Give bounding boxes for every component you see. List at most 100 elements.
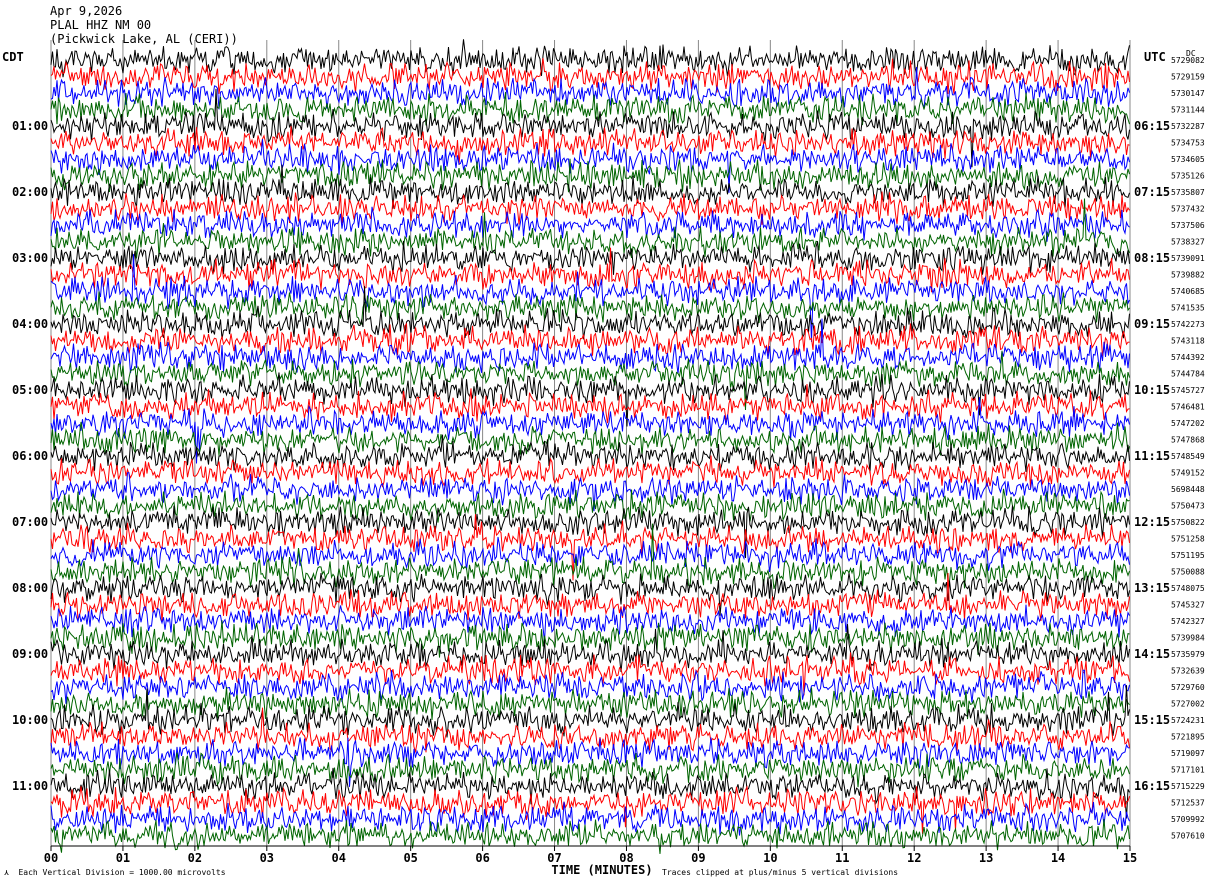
dc-offset-label: 5738327 <box>1171 238 1205 247</box>
dc-offset-label: 5740685 <box>1171 287 1205 296</box>
dc-offset-label: 5731144 <box>1171 106 1205 115</box>
trace-row <box>50 158 1130 193</box>
right-hour-label: 14:15 <box>1134 647 1170 661</box>
x-tick-label: 11 <box>835 851 849 865</box>
x-tick-label: 02 <box>188 851 202 865</box>
dc-offset-label: 5737506 <box>1171 221 1205 230</box>
trace-row <box>50 286 1130 340</box>
dc-offset-label: 5739882 <box>1171 271 1205 280</box>
trace-row <box>50 737 1130 787</box>
dc-offset-label: 5717101 <box>1171 766 1205 775</box>
dc-offset-label: 5709992 <box>1171 815 1205 824</box>
right-hour-label: 11:15 <box>1134 449 1170 463</box>
left-hour-label: 03:00 <box>12 251 48 265</box>
trace-row <box>50 455 1130 489</box>
right-hour-label: 16:15 <box>1134 779 1170 793</box>
trace-row <box>50 92 1130 126</box>
dc-offset-label: 5751258 <box>1171 535 1205 544</box>
dc-offset-label: 5727002 <box>1171 700 1205 709</box>
x-tick-label: 04 <box>332 851 346 865</box>
dc-offset-label: 5745327 <box>1171 601 1205 610</box>
helicorder-chart: 00 01 02 03 04 05 06 07 08 09 10 11 12 13 14 15TIME (MI… <box>12 39 1205 877</box>
right-hour-label: 06:15 <box>1134 119 1170 133</box>
x-tick-label: 12 <box>907 851 921 865</box>
dc-offset-label: 5739984 <box>1171 634 1205 643</box>
header-date: Apr 9,2026 <box>50 4 123 18</box>
left-hour-label: 06:00 <box>12 449 48 463</box>
dc-offset-label: 5746481 <box>1171 403 1205 412</box>
dc-offset-label: 5742327 <box>1171 617 1205 626</box>
dc-offset-label: 5712537 <box>1171 799 1205 808</box>
trace-row <box>50 652 1130 696</box>
dc-offset-label: 5707610 <box>1171 832 1205 841</box>
x-tick-label: 03 <box>260 851 274 865</box>
right-hour-label: 09:15 <box>1134 317 1170 331</box>
dc-offset-label: 5750822 <box>1171 518 1205 527</box>
dc-offset-label: 5748549 <box>1171 452 1205 461</box>
left-hour-label: 07:00 <box>12 515 48 529</box>
dc-offset-label: 5698448 <box>1171 485 1205 494</box>
trace-row <box>50 421 1130 456</box>
right-hour-label: 13:15 <box>1134 581 1170 595</box>
dc-offset-label: 5748075 <box>1171 584 1205 593</box>
dc-offset-label: 5751195 <box>1171 551 1205 560</box>
trace-row <box>50 819 1130 854</box>
left-hour-label: 05:00 <box>12 383 48 397</box>
dc-offset-label: 5747202 <box>1171 419 1205 428</box>
trace-row <box>50 523 1130 590</box>
x-tick-label: 14 <box>1051 851 1065 865</box>
trace-row <box>50 801 1130 836</box>
x-axis-title: TIME (MINUTES) <box>551 863 652 877</box>
x-tick-label: 01 <box>116 851 130 865</box>
dc-offset-label: 5745727 <box>1171 386 1205 395</box>
dc-offset-label: 5730147 <box>1171 89 1205 98</box>
left-hour-label: 09:00 <box>12 647 48 661</box>
dc-offset-label: 5715229 <box>1171 782 1205 791</box>
dc-offset-label: 5735126 <box>1171 172 1205 181</box>
left-hour-label: 04:00 <box>12 317 48 331</box>
dc-offset-label: 5732287 <box>1171 122 1205 131</box>
x-tick-label: 13 <box>979 851 993 865</box>
dc-offset-label: 5734605 <box>1171 155 1205 164</box>
x-tick-label: 10 <box>763 851 777 865</box>
dc-offset-label: 5737432 <box>1171 205 1205 214</box>
dc-unit-label: DC <box>1186 49 1196 58</box>
left-hour-label: 01:00 <box>12 119 48 133</box>
dc-offset-label: 5743118 <box>1171 337 1205 346</box>
dc-offset-label: 5732639 <box>1171 667 1205 676</box>
dc-offset-label: 5729159 <box>1171 73 1205 82</box>
dc-offset-label: 5734753 <box>1171 139 1205 148</box>
x-tick-label: 15 <box>1123 851 1137 865</box>
dc-offset-label: 5742273 <box>1171 320 1205 329</box>
dc-offset-label: 5735979 <box>1171 650 1205 659</box>
scale-note: ⋏ Each Vertical Division = 1000.00 micro… <box>4 868 226 877</box>
x-tick-label: 06 <box>475 851 489 865</box>
dc-offset-label: 5749152 <box>1171 469 1205 478</box>
left-hour-label: 02:00 <box>12 185 48 199</box>
dc-offset-label: 5747868 <box>1171 436 1205 445</box>
left-hour-label: 11:00 <box>12 779 48 793</box>
trace-row <box>50 505 1130 559</box>
dc-offset-label: 5739091 <box>1171 254 1205 263</box>
left-timezone-label: CDT <box>2 50 24 64</box>
dc-offset-label: 5744784 <box>1171 370 1205 379</box>
dc-offset-label: 5724231 <box>1171 716 1205 725</box>
x-tick-label: 09 <box>691 851 705 865</box>
trace-row <box>50 291 1130 325</box>
dc-offset-label: 5750088 <box>1171 568 1205 577</box>
scale-note-text: Each Vertical Division = 1000.00 microvo… <box>18 868 226 877</box>
dc-offset-label: 5721895 <box>1171 733 1205 742</box>
trace-row <box>50 434 1130 474</box>
dc-offset-label: 5741535 <box>1171 304 1205 313</box>
right-hour-label: 15:15 <box>1134 713 1170 727</box>
header-location: (Pickwick Lake, AL (CERI)) <box>50 32 238 46</box>
dc-offset-label: 5744392 <box>1171 353 1205 362</box>
header-station: PLAL HHZ NM 00 <box>50 18 152 32</box>
dc-offset-label: 5729760 <box>1171 683 1205 692</box>
left-hour-label: 10:00 <box>12 713 48 727</box>
left-hour-label: 08:00 <box>12 581 48 595</box>
dc-offset-label: 5750473 <box>1171 502 1205 511</box>
right-hour-label: 12:15 <box>1134 515 1170 529</box>
x-tick-label: 05 <box>403 851 417 865</box>
dc-offset-label: 5719097 <box>1171 749 1205 758</box>
